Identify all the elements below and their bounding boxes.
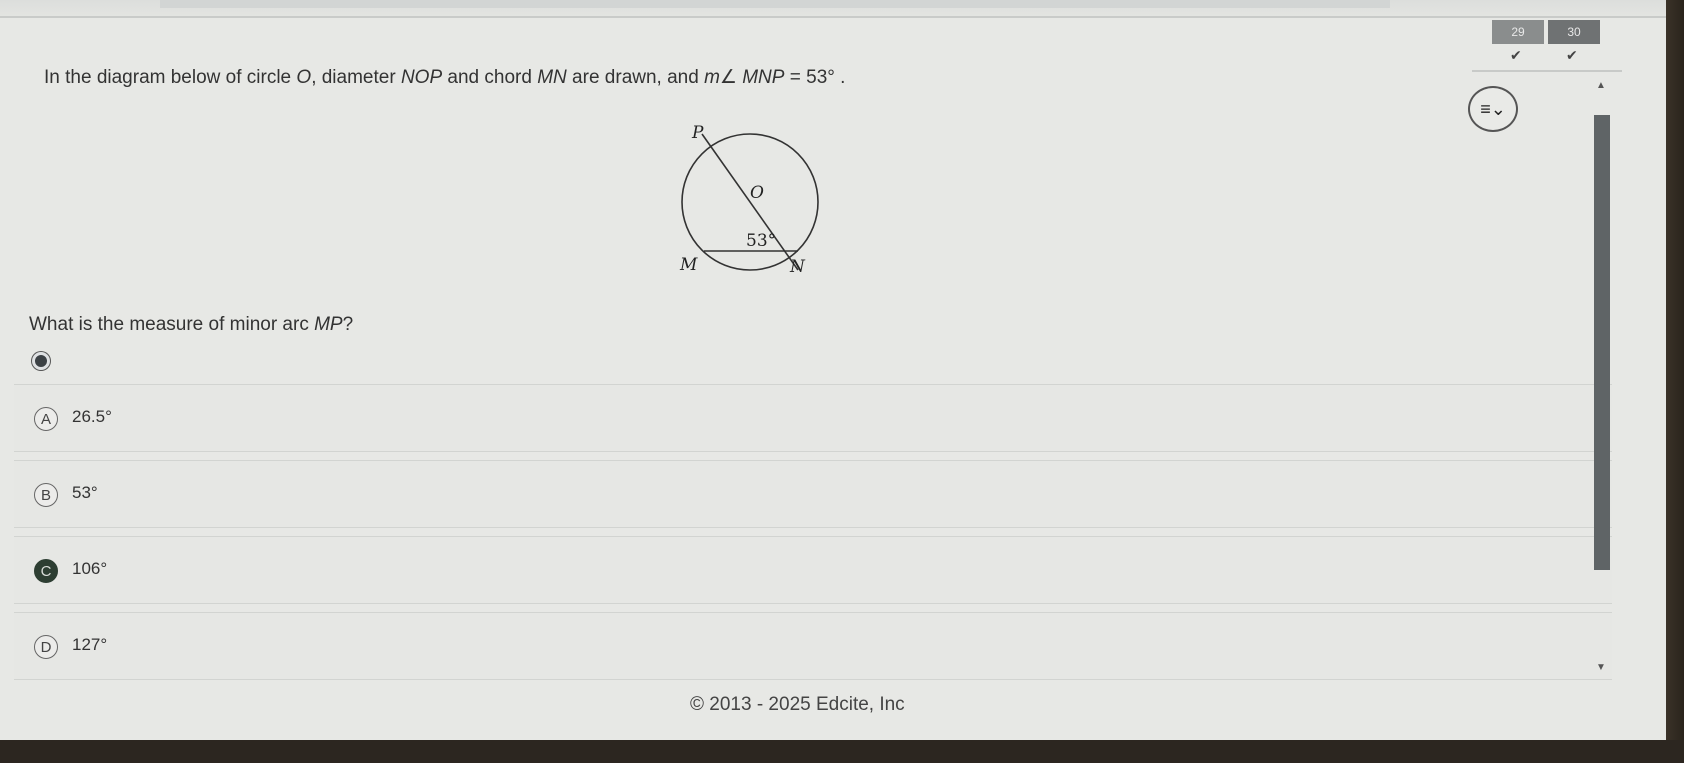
diameter-name: NOP: [400, 67, 443, 88]
divider: [1472, 70, 1622, 72]
stem-text: and chord: [442, 67, 538, 88]
choice-c[interactable]: C 106°: [14, 536, 1612, 604]
point-label-p: P: [691, 123, 704, 143]
menu-lines-icon: ≡⌄: [1480, 98, 1506, 119]
question-navigator: 29 30 ✔ ✔: [1472, 20, 1622, 74]
angle-label: 53°: [746, 231, 776, 251]
angle-value: = 53° .: [784, 67, 846, 88]
choice-b[interactable]: B 53°: [14, 460, 1612, 528]
choice-letter: A: [34, 407, 58, 431]
point-label-m: M: [679, 255, 698, 275]
question-stem: In the diagram below of circle O, diamet…: [44, 66, 845, 89]
choice-letter: B: [34, 483, 58, 507]
scroll-down-arrow-icon[interactable]: ▼: [1596, 662, 1606, 673]
choice-d[interactable]: D 127°: [14, 612, 1612, 680]
answer-choices: A 26.5° B 53° C 106° D 127°: [14, 384, 1612, 688]
circle-name: O: [296, 67, 312, 88]
screen-bezel: [1666, 0, 1684, 763]
top-strip: [160, 0, 1390, 8]
choice-value: 127°: [72, 635, 108, 654]
choice-value: 106°: [72, 559, 108, 578]
footer-copyright: © 2013 - 2025 Edcite, Inc: [690, 694, 905, 715]
arc-name: MP: [314, 314, 343, 335]
scroll-up-arrow-icon[interactable]: ▲: [1596, 80, 1606, 91]
checkmark-icon: ✔: [1566, 47, 1578, 63]
stem-text: , diameter: [311, 67, 401, 88]
question-prompt: What is the measure of minor arc MP?: [29, 314, 353, 336]
top-bar: [0, 0, 1684, 18]
point-label-n: N: [789, 257, 806, 277]
screen-bezel-bottom: [0, 740, 1684, 763]
tools-menu-button[interactable]: ≡⌄: [1468, 86, 1518, 132]
question-nav-item-29[interactable]: 29: [1492, 20, 1544, 44]
chord-name: MN: [537, 67, 567, 88]
question-nav-item-30[interactable]: 30: [1548, 20, 1600, 44]
checkmark-icon: ✔: [1510, 47, 1522, 63]
point-label-o: O: [750, 183, 764, 203]
prompt-text: ?: [342, 314, 354, 335]
choice-letter: C: [34, 559, 58, 583]
choice-value: 53°: [72, 483, 98, 502]
stem-text: are drawn, and: [566, 67, 705, 88]
circle-diagram: P O M N 53°: [679, 123, 819, 277]
choice-a[interactable]: A 26.5°: [14, 384, 1612, 452]
choice-letter: D: [34, 635, 58, 659]
choice-value: 26.5°: [72, 407, 112, 426]
answer-radio-icon[interactable]: [32, 352, 50, 370]
stem-text: In the diagram below of circle: [44, 67, 297, 88]
prompt-text: What is the measure of minor arc: [29, 314, 315, 335]
scrollbar-thumb[interactable]: [1594, 115, 1610, 570]
angle-expression: m∠ MNP: [704, 67, 785, 88]
